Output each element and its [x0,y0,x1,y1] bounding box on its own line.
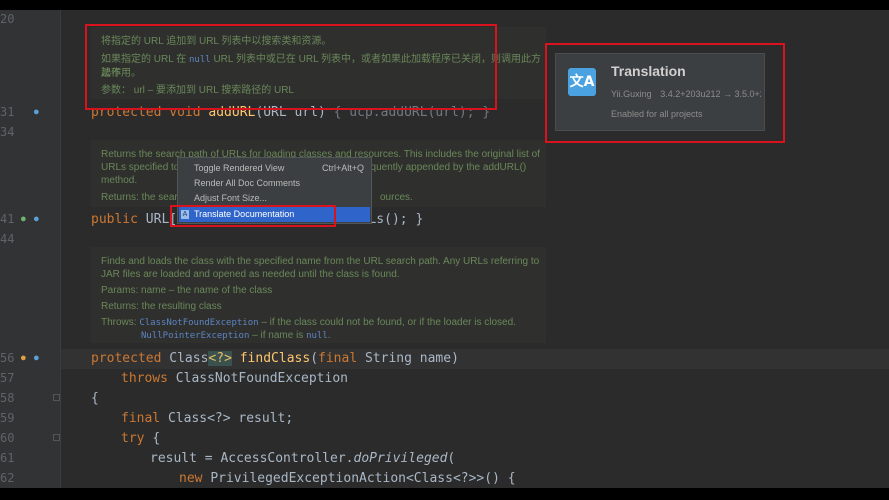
line-number: 61 [0,451,15,465]
code-text: PrivilegedExceptionAction<Class<?>>() { [210,471,516,486]
menu-item-shortcut: Ctrl+Alt+Q [321,163,364,173]
overridden-method-icon[interactable]: ● [20,353,27,364]
line-number: 57 [0,371,15,385]
doc-throws: NullPointerException – if name is null. [141,329,331,343]
menu-item-label: Adjust Font Size... [194,193,268,203]
code-method-name: doPrivileged [353,451,448,466]
doc-line: Finds and loads the class with the speci… [101,256,540,267]
fold-toggle-icon[interactable] [53,394,60,401]
code-keyword: protected [91,351,162,366]
line-number: 31 [0,105,15,119]
doc-text: . [327,330,331,341]
code-keyword: final [121,411,161,426]
implements-icon[interactable]: ● [20,214,27,225]
line-number: 60 [0,431,15,445]
override-method-icon[interactable]: ● [33,214,40,225]
code-text: ( [310,351,319,366]
line-number: 44 [0,232,15,246]
code-text: Class [169,351,209,366]
code-keyword: public [91,212,138,227]
highlight-box-plugin [545,43,785,143]
code-text: ( [447,451,456,466]
doc-line: method. [101,175,138,186]
doc-text: ources. [380,192,413,203]
code-line[interactable]: final Class<?> result; [121,411,293,426]
menu-item-adjust-font-size[interactable]: Adjust Font Size... [179,191,370,206]
code-keyword: new [179,471,203,486]
doc-params: Params: name – the name of the class [101,285,273,296]
doc-throws: Throws: ClassNotFoundException – if the … [101,316,546,330]
menu-item-label: Render All Doc Comments [194,178,301,188]
code-text: { [152,431,161,446]
doc-text: – if the class could not be found, or if… [261,317,516,328]
code-line[interactable]: throws ClassNotFoundException [121,371,348,386]
line-number: 62 [0,471,15,485]
code-generic: <?> [208,351,232,366]
fold-toggle-icon[interactable] [53,434,60,441]
rendered-doc-comment: Finds and loads the class with the speci… [91,247,546,343]
code-text: ClassNotFoundException [175,371,348,386]
doc-line: JAR files are loaded and opened as neede… [101,269,400,280]
menu-item-toggle-rendered-view[interactable]: Toggle Rendered View Ctrl+Alt+Q [179,161,370,176]
editor-frame: 20 31 34 41 44 56 57 58 59 60 61 62 ● ● … [0,10,889,488]
code-text: Class<?> result; [167,411,294,426]
menu-item-render-all-doc-comments[interactable]: Render All Doc Comments [179,176,370,191]
menu-item-label: Toggle Rendered View [194,163,285,173]
code-line[interactable]: try { [121,431,160,446]
code-keyword: final [318,351,358,366]
doc-code-null: null [306,331,328,341]
doc-throws-label: Throws: [101,317,137,328]
highlight-box-translate-item [170,205,336,227]
code-text: String name) [364,351,459,366]
doc-text: equently appended by the addURL() [365,162,527,173]
doc-exception-link[interactable]: ClassNotFoundException [139,318,258,328]
doc-text: URLs specified to [101,162,180,173]
code-method-name: findClass [239,351,311,366]
code-line[interactable]: protected Class<?> findClass(final Strin… [91,351,459,366]
line-number: 41 [0,212,15,226]
doc-text: Returns: the sear [101,192,178,203]
line-number: 59 [0,411,15,425]
doc-exception-link[interactable]: NullPointerException [141,331,249,341]
override-method-icon[interactable]: ● [33,353,40,364]
code-line[interactable]: result = AccessController.doPrivileged( [150,451,455,466]
code-line[interactable]: new PrivilegedExceptionAction<Class<?>>(… [179,471,516,486]
code-keyword: try [121,431,145,446]
line-number: 58 [0,391,15,405]
line-number: 34 [0,125,15,139]
doc-text: – if name is [252,330,304,341]
doc-returns: Returns: the resulting class [101,301,222,312]
line-number: 20 [0,12,15,26]
override-method-icon[interactable]: ● [33,107,40,118]
code-keyword: throws [121,371,168,386]
line-number: 56 [0,351,15,365]
code-line[interactable]: { [91,391,99,406]
gutter-divider [60,10,61,488]
highlight-box-translated-doc [85,24,497,110]
code-text: result = AccessController. [150,451,354,466]
